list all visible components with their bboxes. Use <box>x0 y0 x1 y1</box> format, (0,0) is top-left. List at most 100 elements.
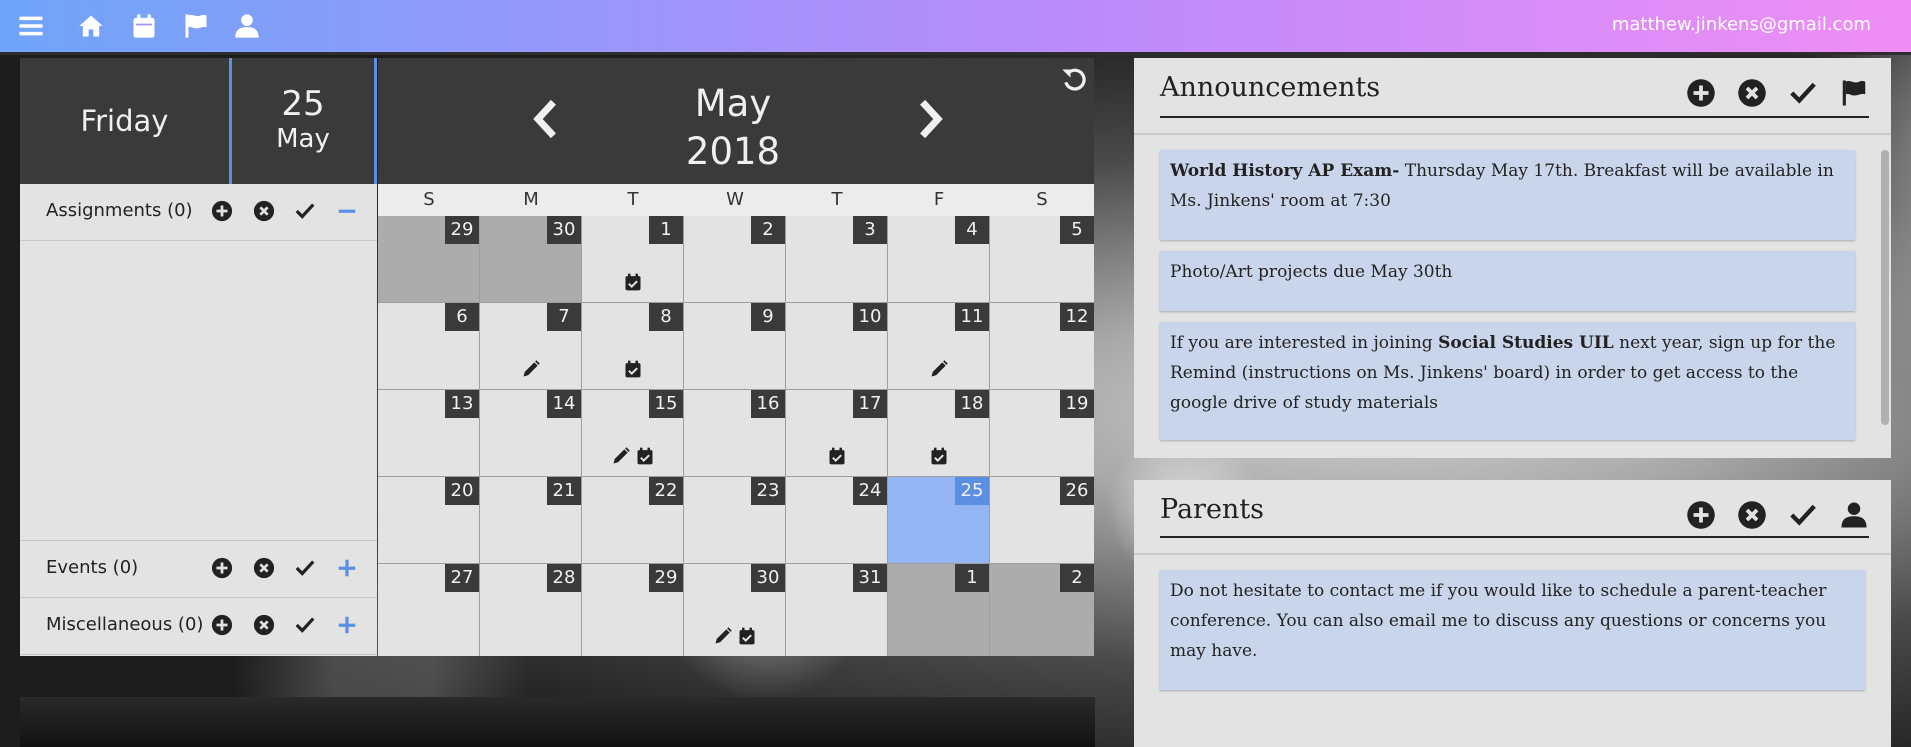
calendar-day[interactable]: 19 <box>990 390 1094 477</box>
expand-plus-icon[interactable] <box>336 557 358 579</box>
day-number: 11 <box>955 303 989 331</box>
calendar-day[interactable]: 14 <box>480 390 582 477</box>
day-number: 12 <box>1060 303 1094 331</box>
check-icon[interactable] <box>294 557 316 579</box>
calendar-day[interactable]: 31 <box>786 564 888 656</box>
bottom-panel <box>20 697 1095 747</box>
pencil-icon <box>523 360 540 377</box>
menu-icon[interactable] <box>17 12 45 40</box>
calendar-day[interactable]: 8 <box>582 303 684 390</box>
flag-icon[interactable] <box>182 12 210 40</box>
day-number: 29 <box>445 216 479 244</box>
events-row: Events (0) <box>20 540 377 598</box>
calendar-day[interactable]: 1 <box>888 564 990 656</box>
calendar-check-icon <box>739 627 754 645</box>
calendar-day[interactable]: 17 <box>786 390 888 477</box>
user-icon[interactable] <box>233 12 261 40</box>
month-calendar: May 2018 SMTWTFS 29 30 1 2 3 4 5 6 7 8 9 10 11 12 13 14… <box>378 58 1094 656</box>
calendar-day[interactable]: 30 <box>480 216 582 303</box>
calendar-day[interactable]: 27 <box>378 564 480 656</box>
calendar-check-icon <box>625 273 640 291</box>
day-markers <box>582 359 683 383</box>
announcement-item[interactable]: World History AP Exam- Thursday May 17th… <box>1160 150 1855 240</box>
check-icon[interactable] <box>1788 78 1818 108</box>
calendar-day[interactable]: 10 <box>786 303 888 390</box>
calendar-day[interactable]: 30 <box>684 564 786 656</box>
calendar-day[interactable]: 7 <box>480 303 582 390</box>
announcement-item[interactable]: Photo/Art projects due May 30th <box>1160 251 1855 311</box>
remove-icon[interactable] <box>253 614 275 636</box>
chevron-left-icon[interactable] <box>528 98 562 140</box>
weekday-header: S <box>990 184 1094 216</box>
calendar-day[interactable]: 4 <box>888 216 990 303</box>
calendar-check-icon <box>931 447 946 465</box>
reset-today-icon[interactable] <box>1060 66 1088 94</box>
home-icon[interactable] <box>77 12 105 40</box>
remove-icon[interactable] <box>1737 78 1767 108</box>
add-icon[interactable] <box>1686 500 1716 530</box>
calendar-day[interactable]: 29 <box>378 216 480 303</box>
parents-title: Parents <box>1160 494 1265 525</box>
day-number: 4 <box>955 216 989 244</box>
calendar-day[interactable]: 26 <box>990 477 1094 564</box>
calendar-day[interactable]: 20 <box>378 477 480 564</box>
day-number: 6 <box>445 303 479 331</box>
calendar-day[interactable]: 28 <box>480 564 582 656</box>
check-icon[interactable] <box>294 614 316 636</box>
calendar-day[interactable]: 2 <box>990 564 1094 656</box>
day-number: 23 <box>751 477 785 505</box>
add-icon[interactable] <box>211 557 233 579</box>
announcements-scrollbar[interactable] <box>1881 150 1889 425</box>
remove-icon[interactable] <box>253 557 275 579</box>
day-number: 28 <box>547 564 581 592</box>
remove-icon[interactable] <box>1737 500 1767 530</box>
day-markers <box>582 272 683 296</box>
calendar-day[interactable]: 6 <box>378 303 480 390</box>
assignments-label: Assignments (0) <box>46 200 193 221</box>
calendar-check-icon <box>625 360 640 378</box>
day-number: 2 <box>1060 564 1094 592</box>
announcement-item[interactable]: If you are interested in joining Social … <box>1160 322 1855 440</box>
calendar-day[interactable]: 13 <box>378 390 480 477</box>
collapse-minus-icon[interactable] <box>336 200 358 222</box>
calendar-day[interactable]: 29 <box>582 564 684 656</box>
calendar-day[interactable]: 16 <box>684 390 786 477</box>
calendar-day[interactable]: 24 <box>786 477 888 564</box>
calendar-day[interactable]: 2 <box>684 216 786 303</box>
day-number: 7 <box>547 303 581 331</box>
calendar-day[interactable]: 22 <box>582 477 684 564</box>
weekday-header: T <box>786 184 889 216</box>
weekday-header: T <box>582 184 685 216</box>
announcement-text: Photo/Art projects due May 30th <box>1170 262 1453 282</box>
miscellaneous-row: Miscellaneous (0) <box>20 598 377 655</box>
day-number: 25 <box>955 477 989 505</box>
day-number: 2 <box>751 216 785 244</box>
announcements-actions <box>1670 78 1869 110</box>
calendar-day[interactable]: 5 <box>990 216 1094 303</box>
calendar-day[interactable]: 3 <box>786 216 888 303</box>
parents-note[interactable]: Do not hesitate to contact me if you wou… <box>1160 570 1865 690</box>
check-icon[interactable] <box>294 200 316 222</box>
calendar-day[interactable]: 18 <box>888 390 990 477</box>
calendar-day[interactable]: 11 <box>888 303 990 390</box>
calendar-day-today[interactable]: 25 <box>888 477 990 564</box>
check-icon[interactable] <box>1788 500 1818 530</box>
calendar-day[interactable]: 9 <box>684 303 786 390</box>
user-icon[interactable] <box>1839 500 1869 530</box>
day-number: 10 <box>853 303 887 331</box>
calendar-day[interactable]: 23 <box>684 477 786 564</box>
calendar-day[interactable]: 12 <box>990 303 1094 390</box>
flag-icon[interactable] <box>1839 78 1869 108</box>
add-icon[interactable] <box>211 614 233 636</box>
user-email[interactable]: matthew.jinkens@gmail.com <box>1612 14 1871 35</box>
calendar-icon[interactable] <box>130 12 158 40</box>
add-icon[interactable] <box>211 200 233 222</box>
add-icon[interactable] <box>1686 78 1716 108</box>
calendar-day[interactable]: 15 <box>582 390 684 477</box>
miscellaneous-label: Miscellaneous (0) <box>46 614 204 635</box>
expand-plus-icon[interactable] <box>336 614 358 636</box>
chevron-right-icon[interactable] <box>914 98 948 140</box>
calendar-day[interactable]: 1 <box>582 216 684 303</box>
calendar-day[interactable]: 21 <box>480 477 582 564</box>
remove-icon[interactable] <box>253 200 275 222</box>
